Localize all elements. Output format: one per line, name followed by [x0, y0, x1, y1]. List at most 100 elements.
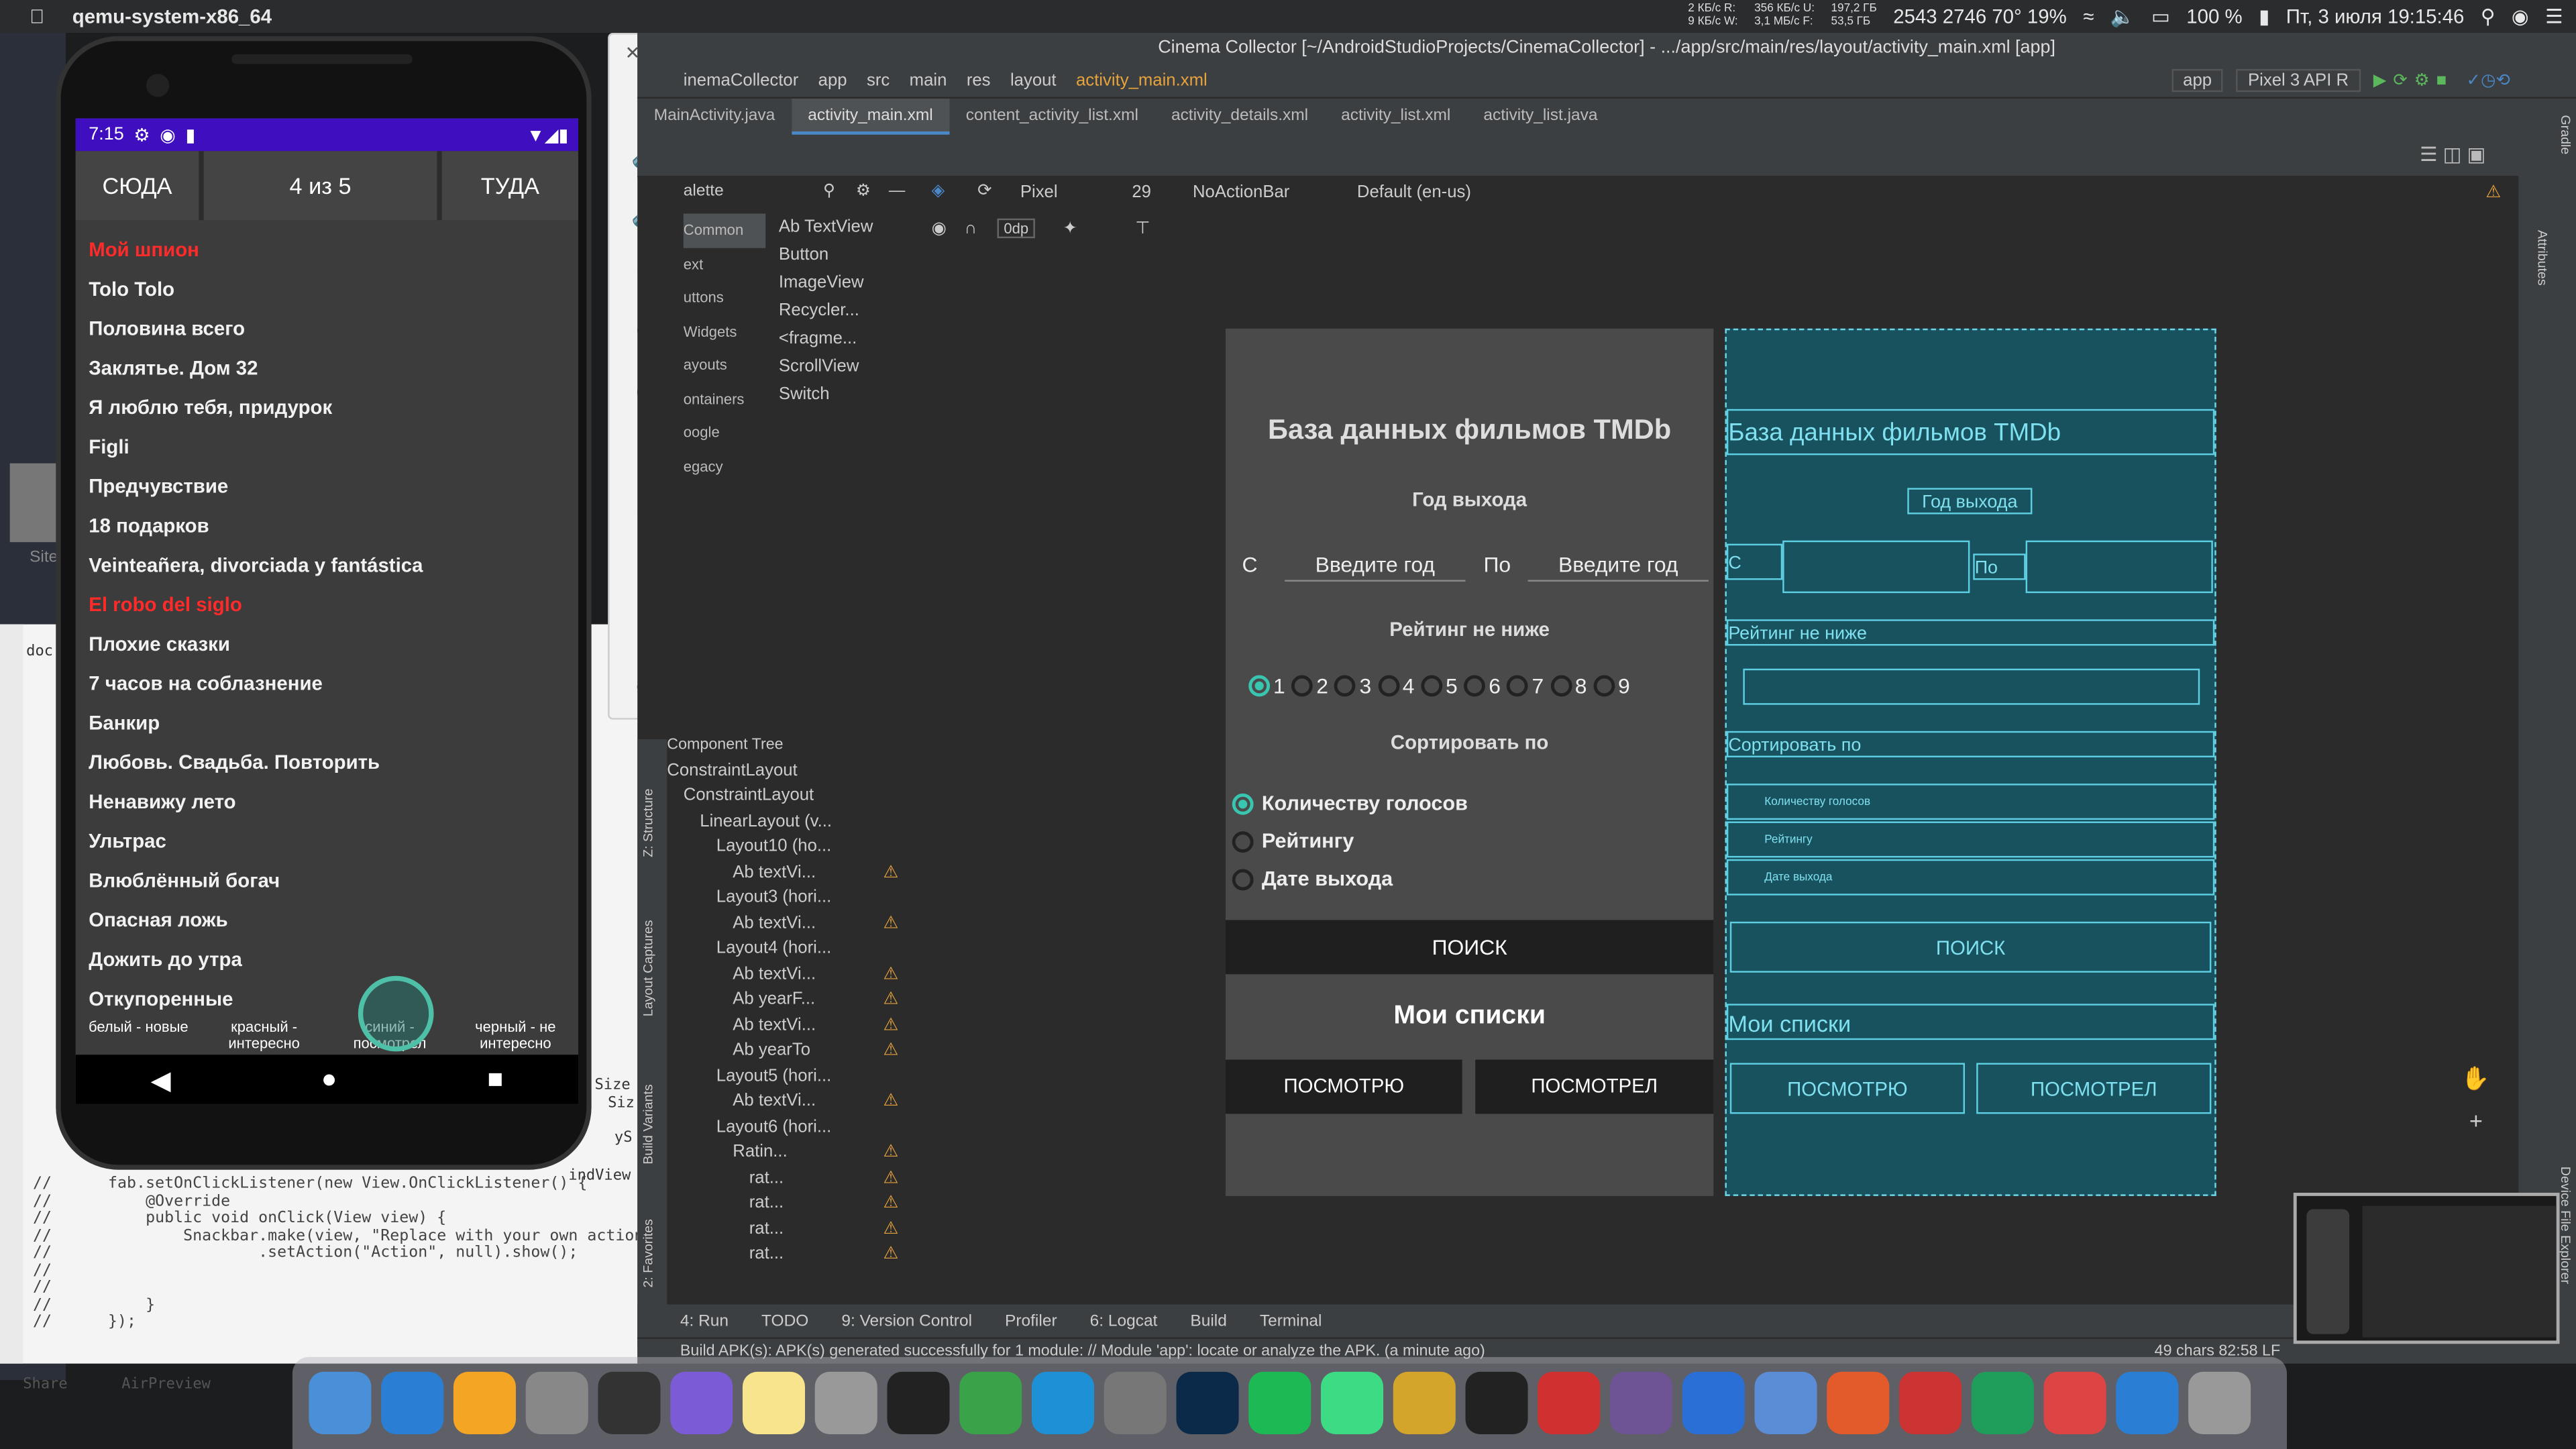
watched-button[interactable]: ПОСМОТРЕЛ — [1475, 1059, 1714, 1114]
sort-option[interactable]: Количеству голосов — [1232, 786, 1709, 823]
list-item[interactable]: Заклятье. Дом 32 — [76, 348, 578, 388]
tree-node[interactable]: ConstraintLayout — [667, 784, 922, 809]
rating-radio[interactable] — [1377, 675, 1399, 697]
tree-node[interactable]: Layout6 (hori... — [667, 1115, 922, 1140]
tool-window-tab[interactable]: Profiler — [1005, 1312, 1057, 1330]
align-icon[interactable]: ⊤ — [1135, 219, 1150, 238]
tree-node[interactable]: Layout4 (hori... — [667, 936, 922, 962]
tree-node[interactable]: Ab textVi... ⚠ — [667, 860, 922, 885]
spotlight-icon[interactable]: ⚲ — [2481, 5, 2496, 28]
dock-app-android-icon[interactable] — [1320, 1371, 1384, 1434]
rating-radio[interactable] — [1550, 675, 1572, 697]
code-line[interactable]: // } — [33, 1295, 155, 1313]
tree-node[interactable]: Ratin... ⚠ — [667, 1140, 922, 1166]
rating-radio[interactable] — [1421, 675, 1443, 697]
device-file-explorer-tab[interactable]: Device File Explorer — [2558, 1167, 2573, 1284]
tree-node[interactable]: Ab textVi... ⚠ — [667, 1089, 922, 1115]
tool-window-tab[interactable]: 9: Version Control — [841, 1312, 972, 1330]
wifi-icon[interactable]: ≈ — [2083, 5, 2094, 28]
dock-app-activity-icon[interactable] — [598, 1371, 661, 1434]
breadcrumb-item[interactable]: res — [967, 70, 991, 89]
dock-app-ps-icon[interactable] — [1176, 1371, 1239, 1434]
active-app-name[interactable]: qemu-system-x86_64 — [72, 5, 272, 28]
tree-node[interactable]: Ab textVi... ⚠ — [667, 962, 922, 987]
will-watch-button[interactable]: ПОСМОТРЮ — [1225, 1059, 1462, 1114]
gradle-tab[interactable]: Gradle — [2558, 115, 2573, 154]
palette-category[interactable]: egacy — [684, 449, 765, 483]
share-label[interactable]: Share — [23, 1377, 67, 1393]
tree-node[interactable]: Layout10 (ho... — [667, 835, 922, 860]
tree-node[interactable]: rat... ⚠ — [667, 1166, 922, 1191]
editor-tab[interactable]: MainActivity.java — [637, 99, 792, 135]
code-line[interactable]: // fab.setOnClickListener(new View.OnCli… — [33, 1175, 587, 1193]
breadcrumb-item[interactable]: layout — [1010, 70, 1057, 89]
pan-icon[interactable]: ✋ — [2461, 1065, 2490, 1093]
screenshot-thumbnail[interactable] — [2293, 1192, 2560, 1344]
gear-icon[interactable]: ⚙ — [856, 176, 871, 209]
warning-icon[interactable]: ⚠ — [883, 1038, 899, 1064]
sort-option[interactable]: Рейтингу — [1232, 823, 1709, 861]
tool-window-tab[interactable]: TODO — [761, 1312, 808, 1330]
list-item[interactable]: Figli — [76, 427, 578, 467]
dock-app-calc-icon[interactable] — [1104, 1371, 1167, 1434]
eye-icon[interactable]: ◉ — [932, 219, 947, 238]
palette-category[interactable]: Widgets — [684, 315, 765, 348]
palette-category[interactable]: ayouts — [684, 348, 765, 382]
warning-icon[interactable]: ⚠ — [2485, 182, 2501, 202]
next-page-button[interactable]: ТУДА — [441, 151, 579, 221]
magnet-icon[interactable]: ∩ — [965, 219, 977, 238]
list-item[interactable]: Мой шпион — [76, 230, 578, 270]
dock-app-notes-icon[interactable] — [742, 1371, 806, 1434]
code-line[interactable]: // public void onClick(View view) { — [33, 1209, 446, 1227]
run-icons[interactable]: ▶⟳⚙■ — [2373, 70, 2453, 89]
rating-radio[interactable] — [1248, 675, 1271, 697]
rating-radio[interactable] — [1334, 675, 1356, 697]
warning-icon[interactable]: ⚠ — [883, 1191, 899, 1217]
volume-icon[interactable]: 🔈 — [2110, 5, 2135, 28]
recents-icon[interactable]: ■ — [487, 1066, 503, 1095]
year-from-input[interactable]: Введите год — [1285, 552, 1466, 582]
sort-radio[interactable] — [1232, 831, 1254, 853]
warning-icon[interactable]: ⚠ — [883, 911, 899, 936]
editor-tab[interactable]: content_activity_list.xml — [949, 99, 1155, 135]
warning-icon[interactable]: ⚠ — [883, 860, 899, 885]
warning-icon[interactable]: ⚠ — [883, 1089, 899, 1115]
run-config-select[interactable]: app — [2171, 68, 2224, 91]
search-icon[interactable]: ⚲ — [823, 176, 835, 209]
rating-radio[interactable] — [1593, 675, 1615, 697]
palette-item[interactable]: ScrollView — [779, 354, 926, 382]
prev-page-button[interactable]: СЮДА — [75, 151, 204, 221]
palette-category[interactable]: oogle — [684, 416, 765, 449]
view-mode-icons[interactable]: ☰ ◫ ▣ — [2420, 143, 2485, 166]
tree-node[interactable]: Ab yearTo ⚠ — [667, 1038, 922, 1064]
breadcrumb-item[interactable]: main — [910, 70, 947, 89]
warning-icon[interactable]: ⚠ — [883, 1013, 899, 1038]
tool-window-tab[interactable]: Terminal — [1260, 1312, 1322, 1330]
layers-icon[interactable]: ◈ — [932, 180, 945, 200]
dock-app-safari-icon[interactable] — [381, 1371, 444, 1434]
palette-item[interactable]: Ab TextView — [779, 213, 926, 241]
list-item[interactable]: Опасная ложь — [76, 900, 578, 940]
dock-app-github-icon[interactable] — [1610, 1371, 1673, 1434]
doc-tab[interactable]: doc — [26, 644, 53, 660]
tool-window-tab[interactable]: Build — [1190, 1312, 1226, 1330]
dock-app-rocket-icon[interactable] — [1827, 1371, 1890, 1434]
tool-window-tab[interactable]: 6: Logcat — [1090, 1312, 1158, 1330]
tree-node[interactable]: rat... ⚠ — [667, 1216, 922, 1242]
code-line[interactable]: // .setAction("Action", null).show(); — [33, 1244, 578, 1262]
year-to-input[interactable]: Введите год — [1527, 552, 1709, 582]
tree-node[interactable]: rat... ⚠ — [667, 1191, 922, 1217]
search-button[interactable]: ПОИСК — [1225, 920, 1714, 975]
code-line[interactable]: // @Override — [33, 1192, 230, 1210]
airpreview-label[interactable]: AirPreview — [121, 1377, 211, 1393]
component-tree[interactable]: ConstraintLayout ConstraintLayout LinearLa… — [667, 758, 922, 1267]
airplay-icon[interactable]: ▭ — [2151, 5, 2170, 28]
default-margin[interactable]: 0dp — [997, 218, 1035, 239]
palette-item[interactable]: Recycler... — [779, 297, 926, 325]
tree-node[interactable]: Layout3 (hori... — [667, 885, 922, 911]
code-line[interactable]: // — [33, 1278, 52, 1296]
breadcrumb-item[interactable]: inemaCollector — [684, 70, 799, 89]
list-item[interactable]: Предчувствие — [76, 467, 578, 506]
dock-app-ij-icon[interactable] — [1465, 1371, 1528, 1434]
tree-node[interactable]: Ab textVi... ⚠ — [667, 1013, 922, 1038]
